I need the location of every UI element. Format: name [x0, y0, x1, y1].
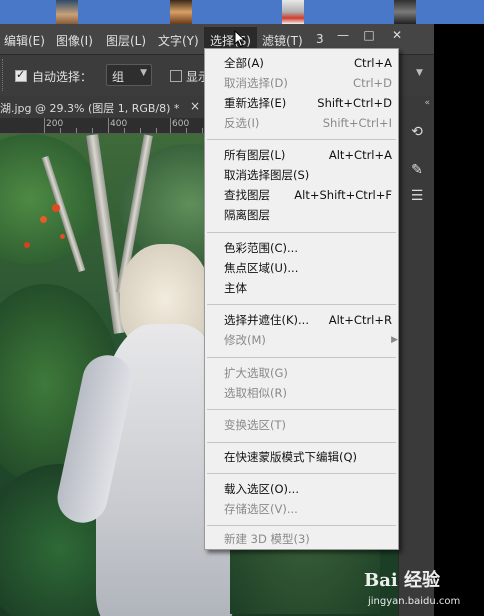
close-tab-icon[interactable]: × [190, 99, 200, 113]
watermark-logo: Bai 经验 [364, 570, 440, 591]
menu-item-label: 重新选择(E) [224, 96, 287, 110]
menu-item-deselect-layers[interactable]: 取消选择图层(S) [224, 165, 392, 185]
tool-panel: ⟲ ✎ ☰ [398, 118, 434, 616]
menu-item-label: 焦点区域(U)... [224, 261, 299, 275]
menu-separator [207, 525, 396, 526]
menu-item-label: 扩大选取(G) [224, 366, 288, 380]
menu-item-color-range[interactable]: 色彩范围(C)... [224, 238, 392, 258]
horizontal-ruler: 200 400 600 [0, 118, 210, 134]
menu-item-load-selection[interactable]: 载入选区(O)... [224, 479, 392, 499]
menu-item-label: 存储选区(V)... [224, 502, 298, 516]
brush-icon[interactable]: ✎ [407, 160, 427, 180]
auto-select-label: 自动选择： [32, 70, 93, 84]
dropdown-value: 组 [112, 70, 125, 84]
menu-item-shortcut: Ctrl+A [354, 56, 392, 70]
menu-item-label: 反选(I) [224, 116, 260, 130]
menu-item-new-3d-model: 新建 3D 模型(3) [224, 529, 392, 549]
cursor-arrow-icon [234, 30, 246, 48]
taskbar-thumbnail[interactable] [282, 0, 304, 24]
menu-separator [207, 409, 396, 410]
menu-separator [207, 473, 396, 474]
sliders-icon[interactable]: ☰ [407, 186, 427, 206]
menu-separator [207, 442, 396, 443]
taskbar-thumbnail[interactable] [56, 0, 78, 24]
auto-select-checkbox[interactable] [15, 68, 27, 82]
minimize-button[interactable]: — [334, 27, 352, 43]
chevron-down-icon: ▼ [140, 68, 147, 78]
show-transform-checkbox[interactable] [170, 70, 182, 82]
select-menu: 全部(A) Ctrl+A 取消选择(D) Ctrl+D 重新选择(E) Shift+C… [204, 48, 399, 550]
menu-item-save-selection: 存储选区(V)... [224, 499, 392, 519]
menu-item-find-layers[interactable]: 查找图层 Alt+Shift+Ctrl+F [224, 185, 392, 205]
menu-item-transform-selection: 变换选区(T) [224, 415, 392, 435]
menu-image[interactable]: 图像(I) [56, 32, 93, 49]
menu-separator [207, 232, 396, 233]
panel-header: « [398, 96, 434, 118]
menu-item-isolate-layers[interactable]: 隔离图层 [224, 205, 392, 225]
menu-separator [207, 304, 396, 305]
menu-item-deselect: 取消选择(D) Ctrl+D [224, 73, 392, 93]
menu-item-shortcut: Ctrl+D [353, 76, 392, 90]
menu-separator [207, 357, 396, 358]
menu-item-shortcut: Shift+Ctrl+D [317, 96, 392, 110]
taskbar-thumbnail-strip [0, 0, 484, 24]
menu-3d[interactable]: 3 [316, 32, 324, 46]
rotate-view-icon[interactable]: ⟲ [407, 122, 427, 142]
menu-separator [207, 139, 396, 140]
menu-item-subject[interactable]: 主体 [224, 278, 392, 298]
menu-item-select-all[interactable]: 全部(A) Ctrl+A [224, 53, 392, 73]
screen-margin [434, 24, 484, 616]
menu-item-inverse: 反选(I) Shift+Ctrl+I [224, 113, 392, 133]
menu-item-label: 新建 3D 模型(3) [224, 532, 310, 546]
menu-item-label: 主体 [224, 281, 247, 295]
menu-type[interactable]: 文字(Y) [158, 32, 199, 49]
menu-item-select-and-mask[interactable]: 选择并遮住(K)... Alt+Ctrl+R [224, 310, 392, 330]
menu-item-label: 在快速蒙版模式下编辑(Q) [224, 450, 358, 464]
menu-item-label: 全部(A) [224, 56, 264, 70]
watermark: Bai 经验 jingyan.baidu.com [362, 562, 484, 616]
menu-item-label: 取消选择(D) [224, 76, 288, 90]
watermark-url: jingyan.baidu.com [368, 596, 461, 607]
menu-item-shortcut: Alt+Shift+Ctrl+F [294, 188, 392, 202]
menu-item-shortcut: Alt+Ctrl+A [328, 148, 392, 162]
maximize-button[interactable]: □ [360, 27, 378, 43]
menu-item-label: 隔离图层 [224, 208, 270, 222]
document-title: 湖.jpg @ 29.3% (图层 1, RGB/8) * [0, 102, 180, 115]
grip-handle[interactable] [2, 59, 8, 91]
menu-item-grow: 扩大选取(G) [224, 363, 392, 383]
menu-item-label: 色彩范围(C)... [224, 241, 298, 255]
menu-layer[interactable]: 图层(L) [106, 32, 146, 49]
menu-filter[interactable]: 滤镜(T) [262, 32, 303, 49]
taskbar-thumbnail[interactable] [170, 0, 192, 24]
auto-select-target-dropdown[interactable]: 组 ▼ [106, 64, 152, 86]
menu-item-label: 取消选择图层(S) [224, 168, 310, 182]
menu-edit[interactable]: 编辑(E) [4, 32, 45, 49]
taskbar-thumbnail[interactable] [394, 0, 416, 24]
submenu-arrow-icon: ▶ [391, 335, 398, 345]
document-tab[interactable]: 湖.jpg @ 29.3% (图层 1, RGB/8) * × [0, 96, 210, 118]
menu-item-label: 修改(M) [224, 333, 266, 347]
menu-item-shortcut: Alt+Ctrl+R [328, 313, 392, 327]
menu-item-label: 所有图层(L) [224, 148, 286, 162]
menu-item-label: 载入选区(O)... [224, 482, 299, 496]
collapse-arrows-icon[interactable]: « [424, 98, 430, 108]
menu-item-modify: 修改(M) ▶ [224, 330, 398, 350]
menu-item-label: 选择并遮住(K)... [224, 313, 309, 327]
menu-item-label: 选取相似(R) [224, 386, 287, 400]
menu-item-reselect[interactable]: 重新选择(E) Shift+Ctrl+D [224, 93, 392, 113]
menu-item-similar: 选取相似(R) [224, 383, 392, 403]
menu-item-shortcut: Shift+Ctrl+I [322, 116, 392, 130]
menu-item-quick-mask[interactable]: 在快速蒙版模式下编辑(Q) [224, 447, 392, 467]
menu-item-focus-area[interactable]: 焦点区域(U)... [224, 258, 392, 278]
menu-item-all-layers[interactable]: 所有图层(L) Alt+Ctrl+A [224, 145, 392, 165]
close-button[interactable]: ✕ [388, 27, 406, 43]
chevron-down-icon[interactable]: ▼ [416, 68, 423, 78]
menu-item-label: 查找图层 [224, 188, 270, 202]
menu-item-label: 变换选区(T) [224, 418, 286, 432]
